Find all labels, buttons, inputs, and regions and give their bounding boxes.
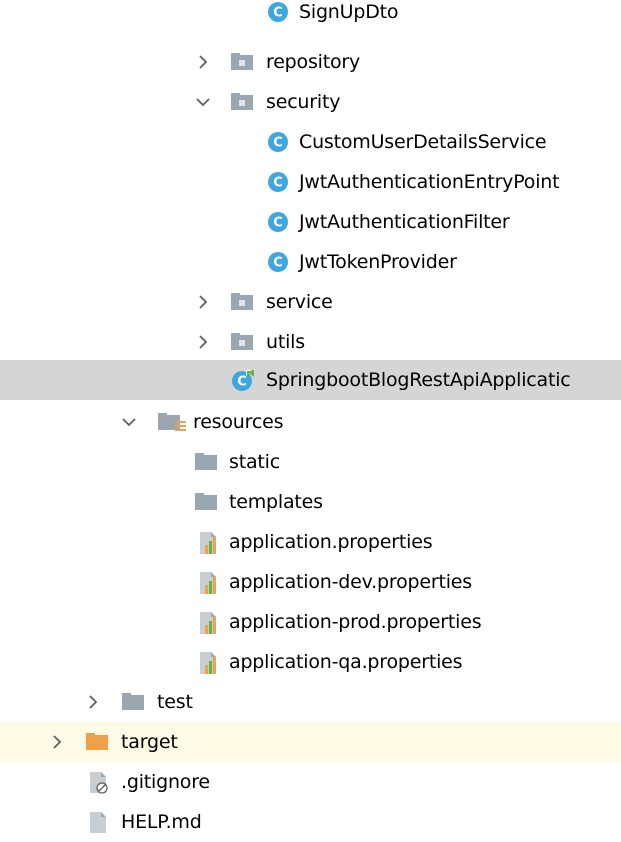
chevron-right-icon[interactable] <box>193 292 213 312</box>
package-folder-icon <box>230 291 253 313</box>
tree-item-label: JwtAuthenticationEntryPoint <box>299 171 560 193</box>
tree-item-repository[interactable]: repository <box>0 42 621 82</box>
tree-item-label: JwtTokenProvider <box>299 251 457 273</box>
tree-item-label: application-dev.properties <box>229 571 472 593</box>
properties-file-icon <box>197 531 219 554</box>
tree-item-jwt-authentication-filter[interactable]: C JwtAuthenticationFilter <box>0 202 621 242</box>
tree-item-label: utils <box>266 331 305 353</box>
properties-file-icon <box>197 651 219 674</box>
svg-text:C: C <box>237 375 247 390</box>
tree-item-label: service <box>266 291 333 313</box>
package-folder-icon <box>230 331 253 353</box>
tree-item-custom-user-details-service[interactable]: C CustomUserDetailsService <box>0 122 621 162</box>
tree-item-resources[interactable]: resources <box>0 402 621 442</box>
tree-item-label: templates <box>229 491 323 513</box>
tree-item-utils[interactable]: utils <box>0 322 621 362</box>
tree-item-label: static <box>229 451 280 473</box>
chevron-down-icon[interactable] <box>119 412 139 432</box>
tree-item-static[interactable]: static <box>0 442 621 482</box>
tree-item-label: CustomUserDetailsService <box>299 131 547 153</box>
tree-item-springboot-application[interactable]: C SpringbootBlogRestApiApplicatic <box>0 360 621 400</box>
svg-text:C: C <box>273 6 283 21</box>
tree-item-label: test <box>157 691 193 713</box>
tree-item-label: application-prod.properties <box>229 611 482 633</box>
tree-item-label: resources <box>193 411 284 433</box>
tree-item-service[interactable]: service <box>0 282 621 322</box>
tree-item-target[interactable]: target <box>0 722 621 762</box>
tree-item-help-md[interactable]: HELP.md <box>0 802 621 842</box>
svg-text:C: C <box>273 136 283 151</box>
folder-icon <box>194 451 217 473</box>
tree-item-label: JwtAuthenticationFilter <box>299 211 510 233</box>
tree-item-label: SpringbootBlogRestApiApplicatic <box>266 369 571 391</box>
excluded-folder-icon <box>85 731 108 753</box>
class-icon: C <box>267 211 289 233</box>
properties-file-icon <box>197 571 219 594</box>
tree-item-label: security <box>266 91 341 113</box>
resources-folder-icon <box>157 411 186 433</box>
chevron-right-icon[interactable] <box>47 732 67 752</box>
tree-item-gitignore[interactable]: .gitignore <box>0 762 621 802</box>
tree-item-label: application-qa.properties <box>229 651 463 673</box>
tree-item-label: SignUpDto <box>299 1 399 23</box>
tree-item-security[interactable]: security <box>0 82 621 122</box>
tree-item-application-dev-properties[interactable]: application-dev.properties <box>0 562 621 602</box>
tree-item-jwt-authentication-entry-point[interactable]: C JwtAuthenticationEntryPoint <box>0 162 621 202</box>
chevron-down-icon[interactable] <box>193 92 213 112</box>
class-icon: C <box>267 1 289 23</box>
svg-text:C: C <box>273 216 283 231</box>
tree-item-application-properties[interactable]: application.properties <box>0 522 621 562</box>
class-icon: C <box>267 171 289 193</box>
tree-item-test[interactable]: test <box>0 682 621 722</box>
chevron-right-icon[interactable] <box>193 52 213 72</box>
svg-text:C: C <box>273 256 283 271</box>
package-folder-icon <box>230 51 253 73</box>
tree-item-application-prod-properties[interactable]: application-prod.properties <box>0 602 621 642</box>
folder-icon <box>194 491 217 513</box>
tree-item-jwt-token-provider[interactable]: C JwtTokenProvider <box>0 242 621 282</box>
tree-item-label: repository <box>266 51 361 73</box>
tree-item-label: .gitignore <box>121 771 210 793</box>
class-icon: C <box>267 131 289 153</box>
tree-item-label: application.properties <box>229 531 433 553</box>
class-icon: C <box>267 251 289 273</box>
folder-icon <box>121 691 144 713</box>
svg-text:C: C <box>273 176 283 191</box>
tree-item-application-qa-properties[interactable]: application-qa.properties <box>0 642 621 682</box>
ignore-file-icon <box>87 771 109 794</box>
tree-item-sign-up-dto[interactable]: C SignUpDto <box>0 0 621 32</box>
tree-item-templates[interactable]: templates <box>0 482 621 522</box>
chevron-right-icon[interactable] <box>83 692 103 712</box>
package-folder-icon <box>230 91 253 113</box>
properties-file-icon <box>197 611 219 634</box>
markdown-file-icon <box>87 811 109 833</box>
tree-item-label: target <box>121 731 178 753</box>
chevron-right-icon[interactable] <box>193 332 213 352</box>
project-tree: C SignUpDto repository security C Custom… <box>0 0 621 833</box>
spring-boot-class-icon: C <box>231 369 254 391</box>
tree-item-label: HELP.md <box>121 811 202 833</box>
